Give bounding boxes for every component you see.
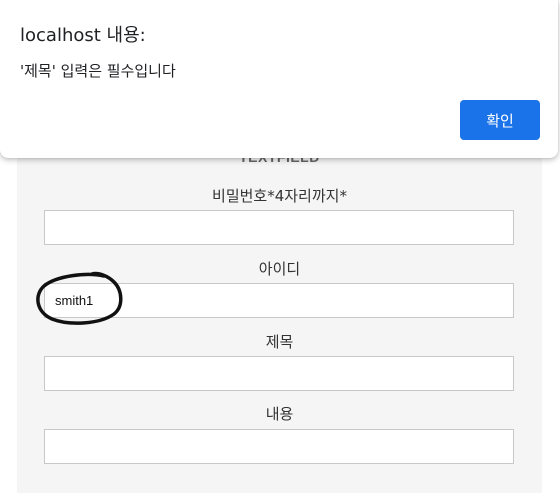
- content-field[interactable]: [44, 429, 514, 464]
- password-label: 비밀번호*4자리까지*: [212, 187, 347, 205]
- title-label: 제목: [265, 333, 294, 351]
- id-field[interactable]: [44, 283, 514, 318]
- title-field[interactable]: [44, 356, 514, 391]
- id-label: 아이디: [258, 260, 301, 278]
- password-field[interactable]: [44, 210, 514, 245]
- form-card: TEXTFIELD 비밀번호*4자리까지* 아이디 제목 내용: [17, 120, 542, 493]
- ok-button[interactable]: 확인: [460, 100, 540, 140]
- dialog-message: '제목' 입력은 필수입니다: [20, 62, 176, 80]
- alert-dialog: localhost 내용: '제목' 입력은 필수입니다 확인: [0, 0, 558, 158]
- content-label: 내용: [265, 405, 294, 423]
- dialog-title: localhost 내용:: [20, 25, 146, 46]
